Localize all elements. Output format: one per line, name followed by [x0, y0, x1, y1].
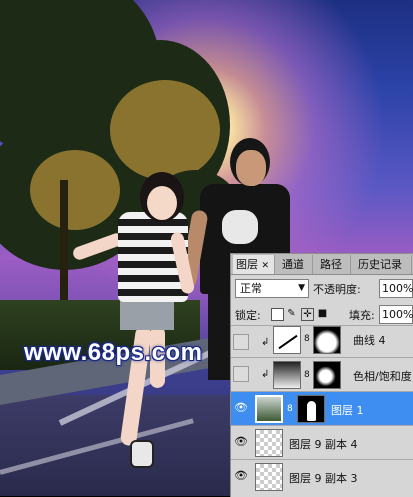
shirt-print	[222, 210, 258, 244]
layer-name: 曲线 4	[353, 334, 386, 347]
layer-name: 图层 9 副本 4	[289, 438, 358, 451]
layers-panel: 图层 ✕ 通道 路径 历史记录 正常 ▼ 不透明度: 100% 锁定: ✎ ✛ …	[230, 253, 413, 497]
watermark: www.68ps.com	[24, 339, 203, 366]
tab-history-label: 历史记录	[358, 258, 402, 271]
fill-label: 填充:	[349, 309, 375, 322]
layer-row[interactable]: 👁 图层 9 副本 4	[231, 425, 413, 459]
close-icon[interactable]: ✕	[262, 261, 270, 271]
lock-move-icon[interactable]: ✛	[301, 308, 314, 321]
lock-label: 锁定:	[235, 309, 261, 322]
layer-name: 图层 9 副本 3	[289, 472, 358, 485]
visibility-toggle[interactable]	[233, 334, 249, 350]
layer-row[interactable]: 👁 图层 9 副本 3	[231, 459, 413, 497]
blend-mode-value: 正常	[240, 282, 262, 295]
layer-row-selected[interactable]: 👁 8 图层 1	[231, 391, 413, 425]
tab-history[interactable]: 历史记录	[355, 255, 412, 274]
link-icon: 8	[304, 370, 310, 380]
layers-list: ↲ 8 曲线 4 ↲ 8 色相/饱和度 👁 8 图层 1 👁 图层 9 副本 4…	[231, 325, 413, 497]
chevron-down-icon: ▼	[298, 283, 305, 293]
woman-shoe	[130, 440, 154, 468]
tree-trunk	[60, 180, 68, 320]
opacity-field[interactable]: 100%	[379, 279, 413, 298]
tab-paths[interactable]: 路径	[317, 255, 351, 274]
layer-name: 色相/饱和度	[353, 370, 412, 383]
blend-row: 正常 ▼ 不透明度: 100%	[231, 276, 413, 302]
man-legs	[208, 290, 232, 380]
tree-highlight	[110, 80, 220, 180]
tab-paths-label: 路径	[320, 258, 342, 271]
blend-mode-select[interactable]: 正常 ▼	[235, 279, 309, 298]
lock-transparency-icon[interactable]	[271, 308, 284, 321]
tab-channels-label: 通道	[282, 258, 304, 271]
layer-mask-thumbnail	[313, 361, 341, 389]
link-icon: 8	[287, 404, 293, 414]
tab-channels[interactable]: 通道	[279, 255, 313, 274]
link-icon: 8	[304, 334, 310, 344]
clip-arrow-icon: ↲	[261, 369, 270, 380]
layer-thumbnail	[255, 395, 283, 423]
layer-name: 图层 1	[331, 404, 364, 417]
lock-row: 锁定: ✎ ✛ ■ 填充: 100%	[231, 304, 413, 326]
visibility-toggle[interactable]	[233, 366, 249, 382]
layer-row[interactable]: ↲ 8 曲线 4	[231, 325, 413, 357]
eye-icon[interactable]: 👁	[233, 434, 249, 450]
tab-layers-label: 图层	[236, 258, 258, 271]
lock-all-icon[interactable]: ■	[317, 308, 328, 319]
opacity-label: 不透明度:	[313, 283, 361, 296]
layer-thumbnail	[255, 429, 283, 457]
man-face	[236, 150, 266, 186]
layer-mask-thumbnail	[297, 395, 325, 423]
eye-icon[interactable]: 👁	[233, 468, 249, 484]
curves-adjustment-icon	[273, 326, 301, 354]
hue-saturation-adjustment-icon	[273, 361, 301, 389]
layer-thumbnail	[255, 463, 283, 491]
woman-shorts	[120, 298, 174, 330]
layer-row[interactable]: ↲ 8 色相/饱和度	[231, 357, 413, 391]
layer-mask-thumbnail	[313, 326, 341, 354]
tab-layers[interactable]: 图层 ✕	[233, 255, 275, 274]
eye-icon[interactable]: 👁	[233, 400, 249, 416]
lock-brush-icon[interactable]: ✎	[286, 308, 297, 319]
fill-field[interactable]: 100%	[379, 305, 413, 324]
clip-arrow-icon: ↲	[261, 337, 270, 348]
tree-highlight	[30, 150, 120, 230]
panel-tabs: 图层 ✕ 通道 路径 历史记录	[231, 254, 413, 275]
woman-face	[147, 186, 177, 220]
